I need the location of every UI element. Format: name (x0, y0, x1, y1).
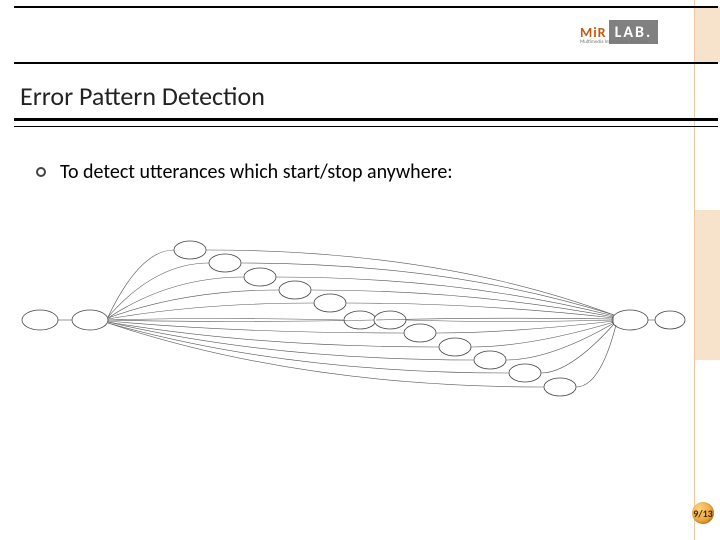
logo-subtitle: Multimedia Information Retrieval (580, 40, 648, 45)
mir-lab-logo: MiR LAB. Multimedia Information Retrieva… (580, 10, 680, 54)
page-number-badge: 9/13 (692, 502, 714, 524)
top-rule-2 (14, 62, 718, 64)
slide-title: Error Pattern Detection (20, 80, 265, 112)
top-rule-1 (14, 6, 718, 8)
state-lattice-diagram (10, 225, 700, 415)
title-rule-thin (14, 126, 718, 127)
bullet-text: To detect utterances which start/stop an… (60, 160, 453, 184)
bullet-marker-icon (36, 167, 46, 177)
bullet-item: To detect utterances which start/stop an… (36, 160, 453, 184)
title-rule-thick (14, 118, 718, 121)
page-number-text: 9/13 (693, 507, 713, 520)
logo-text-left: MiR (580, 24, 607, 41)
